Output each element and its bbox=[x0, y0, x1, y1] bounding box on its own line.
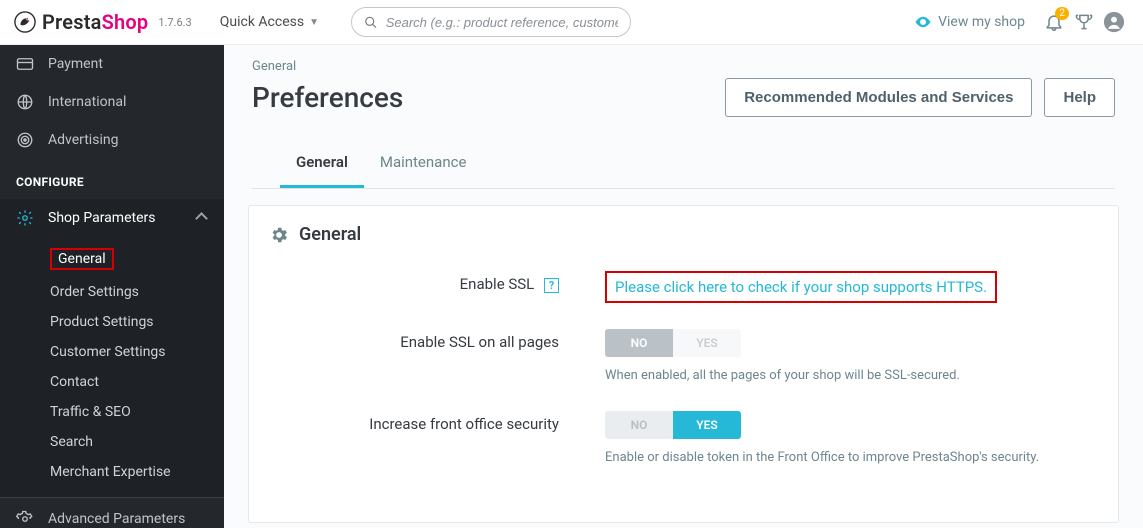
version-label: 1.7.6.3 bbox=[158, 16, 191, 29]
submenu-item-search[interactable]: Search bbox=[0, 427, 224, 457]
card-title: General bbox=[299, 224, 361, 245]
submenu-item-customer-settings[interactable]: Customer Settings bbox=[0, 337, 224, 367]
globe-icon bbox=[16, 93, 34, 111]
row-enable-ssl: Enable SSL ? Please click here to check … bbox=[269, 271, 1098, 303]
breadcrumb: General bbox=[252, 59, 1115, 74]
sidebar-item-international[interactable]: International bbox=[0, 83, 224, 121]
submenu-item-merchant-expertise[interactable]: Merchant Expertise bbox=[0, 457, 224, 487]
sidebar-submenu: General Order Settings Product Settings … bbox=[0, 237, 224, 497]
submenu-label: Contact bbox=[50, 374, 99, 390]
field-label: Increase front office security bbox=[369, 415, 559, 433]
tabs: General Maintenance bbox=[252, 141, 1115, 189]
submenu-item-traffic-seo[interactable]: Traffic & SEO bbox=[0, 397, 224, 427]
gear-icon bbox=[269, 225, 289, 245]
gear-icon bbox=[16, 510, 34, 528]
gear-icon bbox=[16, 209, 34, 227]
trophy-icon bbox=[1074, 12, 1094, 32]
ssl-all-switch[interactable]: NO YES bbox=[605, 329, 741, 357]
submenu-label: General bbox=[50, 248, 114, 270]
check-https-link[interactable]: Please click here to check if your shop … bbox=[605, 271, 997, 303]
submenu-item-product-settings[interactable]: Product Settings bbox=[0, 307, 224, 337]
view-shop-link[interactable]: View my shop bbox=[914, 13, 1025, 31]
submenu-label: Search bbox=[50, 434, 93, 450]
notification-badge: 2 bbox=[1055, 7, 1069, 20]
help-button[interactable]: Help bbox=[1044, 78, 1115, 117]
quick-access-menu[interactable]: Quick Access ▼ bbox=[220, 14, 319, 30]
switch-no[interactable]: NO bbox=[605, 329, 673, 357]
sidebar-label: Shop Parameters bbox=[48, 210, 155, 226]
sidebar: Payment International Advertising CONFIG… bbox=[0, 45, 224, 528]
switch-no[interactable]: NO bbox=[605, 411, 673, 439]
credit-card-icon bbox=[16, 55, 34, 73]
submenu-label: Product Settings bbox=[50, 314, 154, 330]
sidebar-label: International bbox=[48, 94, 126, 110]
account-button[interactable] bbox=[1099, 11, 1129, 33]
sidebar-label: Advertising bbox=[48, 132, 118, 148]
submenu-item-order-settings[interactable]: Order Settings bbox=[0, 277, 224, 307]
security-switch[interactable]: NO YES bbox=[605, 411, 741, 439]
sidebar-item-advanced-parameters[interactable]: Advanced Parameters bbox=[0, 498, 224, 528]
switch-yes[interactable]: YES bbox=[673, 329, 741, 357]
submenu-label: Order Settings bbox=[50, 284, 139, 300]
brand-logo: PrestaShop bbox=[14, 10, 148, 34]
submenu-item-general[interactable]: General bbox=[0, 241, 224, 277]
quick-access-label: Quick Access bbox=[220, 14, 304, 30]
sidebar-label: Payment bbox=[48, 56, 103, 72]
submenu-label: Customer Settings bbox=[50, 344, 166, 360]
field-help: When enabled, all the pages of your shop… bbox=[605, 367, 1098, 385]
recommended-modules-button[interactable]: Recommended Modules and Services bbox=[725, 78, 1032, 117]
eye-icon bbox=[914, 13, 932, 31]
search-icon bbox=[364, 15, 378, 30]
field-label: Enable SSL bbox=[460, 275, 535, 293]
notifications-button[interactable]: 2 bbox=[1039, 12, 1069, 32]
search-box[interactable] bbox=[351, 7, 631, 37]
help-icon[interactable]: ? bbox=[544, 278, 559, 293]
general-card: General Enable SSL ? Please click here t… bbox=[248, 205, 1119, 523]
submenu-item-contact[interactable]: Contact bbox=[0, 367, 224, 397]
view-shop-label: View my shop bbox=[938, 14, 1025, 30]
page-title: Preferences bbox=[252, 81, 403, 114]
tab-general[interactable]: General bbox=[280, 141, 364, 188]
search-input[interactable] bbox=[386, 15, 618, 30]
switch-yes[interactable]: YES bbox=[673, 411, 741, 439]
sidebar-item-payment[interactable]: Payment bbox=[0, 45, 224, 83]
row-front-office-security: Increase front office security NO YES En… bbox=[269, 411, 1098, 467]
content-area: General Preferences Recommended Modules … bbox=[224, 45, 1143, 528]
tab-maintenance[interactable]: Maintenance bbox=[364, 141, 483, 188]
submenu-label: Merchant Expertise bbox=[50, 464, 171, 480]
sidebar-heading-configure: CONFIGURE bbox=[0, 159, 224, 199]
submenu-label: Traffic & SEO bbox=[50, 404, 131, 420]
field-label: Enable SSL on all pages bbox=[400, 333, 559, 351]
target-icon bbox=[16, 131, 34, 149]
avatar-icon bbox=[1103, 11, 1125, 33]
brand-name-part1: Presta bbox=[42, 10, 102, 34]
chevron-down-icon: ▼ bbox=[309, 17, 319, 28]
sidebar-label: Advanced Parameters bbox=[48, 511, 185, 527]
sidebar-item-advertising[interactable]: Advertising bbox=[0, 121, 224, 159]
trophy-button[interactable] bbox=[1069, 12, 1099, 32]
bird-icon bbox=[14, 11, 36, 33]
sidebar-item-shop-parameters[interactable]: Shop Parameters bbox=[0, 199, 224, 237]
field-help: Enable or disable token in the Front Off… bbox=[605, 449, 1098, 467]
brand-name-part2: Shop bbox=[102, 10, 149, 34]
row-enable-ssl-all: Enable SSL on all pages NO YES When enab… bbox=[269, 329, 1098, 385]
